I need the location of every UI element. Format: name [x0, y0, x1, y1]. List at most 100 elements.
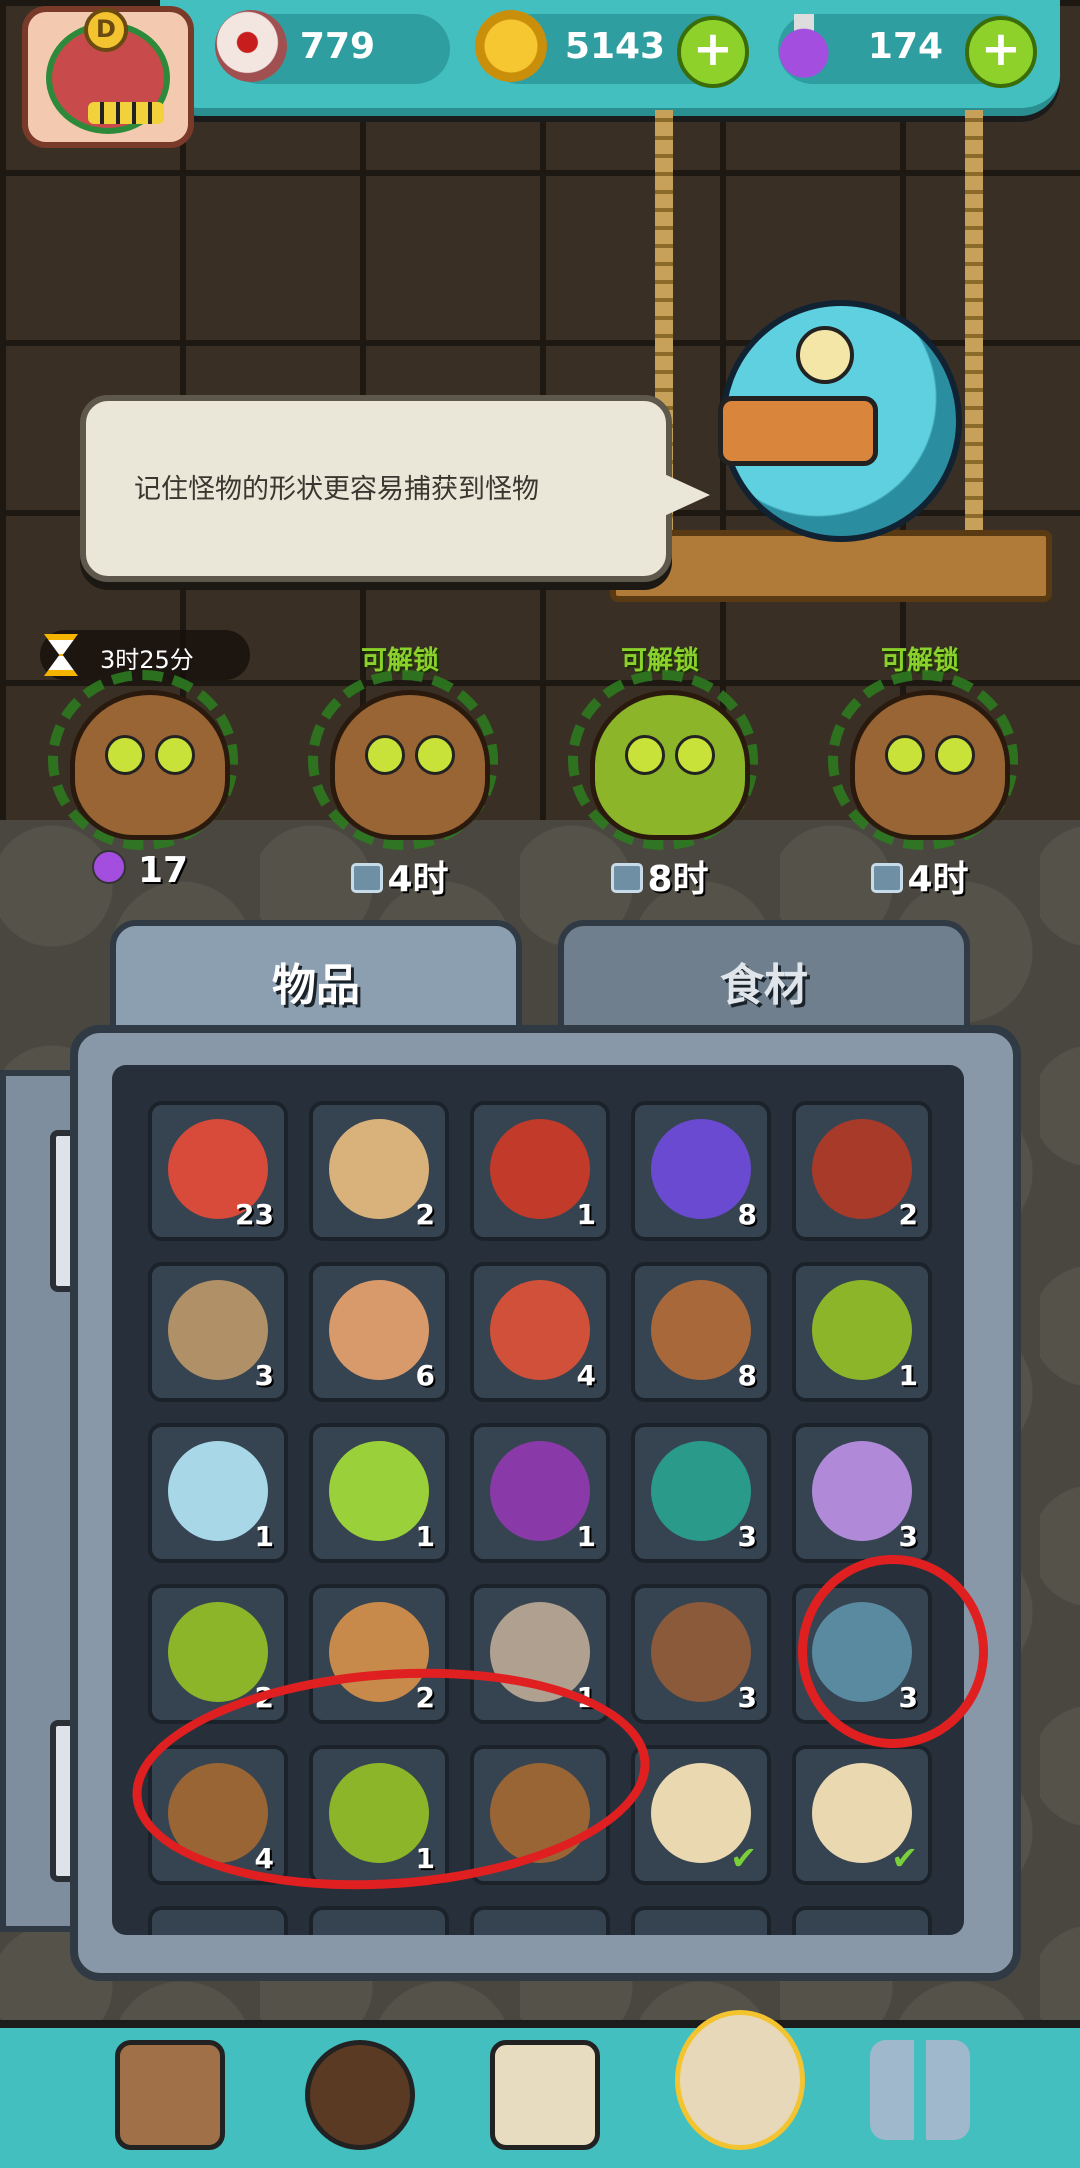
- lock-icon: [611, 863, 644, 893]
- inventory-slot[interactable]: 8: [631, 1101, 771, 1241]
- egg-eye: [625, 735, 665, 775]
- inventory-slot[interactable]: 2: [792, 1101, 932, 1241]
- inventory-slot[interactable]: [309, 1906, 449, 1935]
- grid-menu-icon: [870, 2040, 970, 2140]
- inventory-slot[interactable]: [792, 1906, 932, 1935]
- nav-monster-button[interactable]: [295, 2030, 415, 2150]
- potion-icon: [768, 10, 840, 82]
- inventory-slot[interactable]: 8: [631, 1262, 771, 1402]
- spellbook-ruins-icon: [812, 1119, 912, 1219]
- speech-bubble: 记住怪物的形状更容易捕获到怪物: [80, 395, 710, 582]
- check-icon: ✔: [730, 1839, 757, 1877]
- potion-icon: [91, 850, 126, 884]
- item-count: 2: [898, 1198, 918, 1231]
- item-count: 1: [898, 1359, 918, 1392]
- item-count: 8: [737, 1198, 757, 1231]
- item-count: 2: [415, 1198, 435, 1231]
- item-count: 1: [576, 1198, 596, 1231]
- teal-leaves-icon: [651, 1441, 751, 1541]
- inventory-slot[interactable]: 1: [470, 1101, 610, 1241]
- nav-shop-button[interactable]: [105, 2030, 225, 2150]
- brown-feather-icon: [651, 1280, 751, 1380]
- inventory-slot[interactable]: [631, 1906, 771, 1935]
- inventory-slot[interactable]: 1: [148, 1423, 288, 1563]
- shop-icon: [115, 2040, 225, 2150]
- blue-orb-icon: [168, 1441, 268, 1541]
- egg-eye: [365, 735, 405, 775]
- potions-counter: 174 +: [768, 10, 1037, 88]
- egg-slot-1[interactable]: 17: [40, 640, 240, 900]
- teeth: [88, 102, 164, 124]
- item-count: 1: [576, 1520, 596, 1553]
- egg-eye: [675, 735, 715, 775]
- nav-menu-button[interactable]: [860, 2030, 980, 2150]
- item-count: 3: [737, 1681, 757, 1714]
- money-bag-icon: [675, 2010, 805, 2150]
- inventory-slot[interactable]: ✔: [792, 1745, 932, 1885]
- annotation-circle-snail: [798, 1555, 988, 1748]
- monster-egg-icon: [330, 690, 490, 840]
- player-avatar[interactable]: D: [22, 6, 194, 148]
- add-potions-button[interactable]: +: [965, 16, 1037, 88]
- inventory-slot[interactable]: 2: [309, 1101, 449, 1241]
- item-count: 8: [737, 1359, 757, 1392]
- inventory-slot[interactable]: 3: [148, 1262, 288, 1402]
- add-coins-button[interactable]: +: [677, 16, 749, 88]
- purple-crystals-icon: [812, 1441, 912, 1541]
- root-ball-icon: [651, 1602, 751, 1702]
- inventory-slot[interactable]: [148, 1906, 288, 1935]
- slot-value: 4时: [907, 859, 969, 900]
- monster-eye: [796, 326, 854, 384]
- potion-cost: 17: [40, 850, 240, 891]
- monster-egg-icon: [590, 690, 750, 840]
- item-count: 3: [898, 1520, 918, 1553]
- club-flail-icon: [329, 1280, 429, 1380]
- item-count: 3: [254, 1359, 274, 1392]
- unlock-time: 8时: [560, 850, 760, 902]
- hint-text: 记住怪物的形状更容易捕获到怪物: [134, 474, 539, 505]
- rank-badge: D: [84, 8, 128, 52]
- egg-slot-2[interactable]: 可解锁 4时: [300, 640, 500, 900]
- egg-slot-4[interactable]: 可解锁 4时: [820, 640, 1020, 900]
- item-count: 4: [576, 1359, 596, 1392]
- eyes-counter: 779: [215, 10, 450, 84]
- slot-value: 8时: [647, 859, 709, 900]
- inventory-slot[interactable]: 6: [309, 1262, 449, 1402]
- nav-bag-button[interactable]: [665, 2000, 805, 2150]
- inventory-slot[interactable]: [470, 1906, 610, 1935]
- rope-worm-icon: [168, 1280, 268, 1380]
- lock-icon: [871, 863, 904, 893]
- book-icon: [490, 2040, 600, 2150]
- egg-eye: [105, 735, 145, 775]
- item-count: 1: [254, 1520, 274, 1553]
- unlock-time: 4时: [300, 850, 500, 902]
- egg-eye: [885, 735, 925, 775]
- inventory-slot[interactable]: 3: [631, 1584, 771, 1724]
- yellow-flower-vine-icon: [812, 1280, 912, 1380]
- unlock-time: 4时: [820, 850, 1020, 902]
- check-icon: ✔: [891, 1839, 918, 1877]
- slot-value: 17: [137, 850, 189, 891]
- anglerfish-monster[interactable]: [718, 300, 962, 542]
- item-count: 1: [415, 1520, 435, 1553]
- inventory-slot[interactable]: 1: [470, 1423, 610, 1563]
- rope-right: [965, 110, 983, 550]
- monster-egg-icon: [70, 690, 230, 840]
- inventory-slot[interactable]: 1: [792, 1262, 932, 1402]
- top-bar: D 779 5143 + 174 +: [0, 0, 1080, 148]
- egg-eye: [415, 735, 455, 775]
- potions-value: 174: [867, 26, 944, 67]
- egg-slot-3[interactable]: 可解锁 8时: [560, 640, 760, 900]
- lock-icon: [351, 863, 384, 893]
- crystal-cluster-icon: [651, 1119, 751, 1219]
- inventory-slot[interactable]: ✔: [631, 1745, 771, 1885]
- item-count: 3: [737, 1520, 757, 1553]
- inventory-slot[interactable]: 3: [631, 1423, 771, 1563]
- egg-eye: [155, 735, 195, 775]
- nav-book-button[interactable]: [480, 2030, 600, 2150]
- inventory-slot[interactable]: 23: [148, 1101, 288, 1241]
- item-count: 23: [235, 1198, 274, 1231]
- inventory-slot[interactable]: 4: [470, 1262, 610, 1402]
- inventory-slot[interactable]: 3: [792, 1423, 932, 1563]
- inventory-slot[interactable]: 1: [309, 1423, 449, 1563]
